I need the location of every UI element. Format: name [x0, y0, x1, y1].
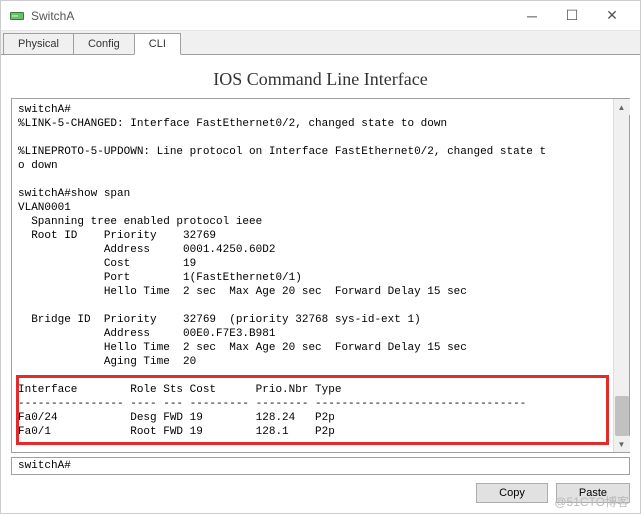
app-icon — [9, 8, 25, 24]
tab-bar: Physical Config CLI — [1, 31, 640, 55]
tab-cli[interactable]: CLI — [134, 33, 181, 55]
scroll-track[interactable] — [614, 115, 629, 436]
scroll-up-button[interactable]: ▲ — [614, 99, 630, 115]
app-window: SwitchA ─ ☐ ✕ Physical Config CLI IOS Co… — [0, 0, 641, 514]
tab-physical[interactable]: Physical — [3, 33, 74, 54]
window-controls: ─ ☐ ✕ — [512, 2, 632, 30]
titlebar: SwitchA ─ ☐ ✕ — [1, 1, 640, 31]
terminal-output[interactable]: switchA# %LINK-5-CHANGED: Interface Fast… — [12, 99, 613, 452]
copy-button[interactable]: Copy — [476, 483, 548, 503]
paste-button[interactable]: Paste — [556, 483, 630, 503]
scroll-down-button[interactable]: ▼ — [614, 436, 630, 452]
window-title: SwitchA — [31, 9, 512, 23]
content-area: IOS Command Line Interface switchA# %LIN… — [1, 55, 640, 513]
scroll-thumb[interactable] — [615, 396, 629, 436]
minimize-button[interactable]: ─ — [512, 2, 552, 30]
scrollbar: ▲ ▼ — [613, 99, 629, 452]
button-row: Copy Paste — [11, 483, 630, 503]
cli-prompt-text: switchA# — [18, 460, 71, 472]
maximize-button[interactable]: ☐ — [552, 2, 592, 30]
terminal-container: switchA# %LINK-5-CHANGED: Interface Fast… — [11, 98, 630, 453]
tab-config[interactable]: Config — [73, 33, 135, 54]
cli-prompt-input[interactable]: switchA# — [11, 457, 630, 475]
terminal-text: switchA# %LINK-5-CHANGED: Interface Fast… — [18, 104, 546, 438]
cli-heading: IOS Command Line Interface — [11, 69, 630, 90]
close-button[interactable]: ✕ — [592, 2, 632, 30]
